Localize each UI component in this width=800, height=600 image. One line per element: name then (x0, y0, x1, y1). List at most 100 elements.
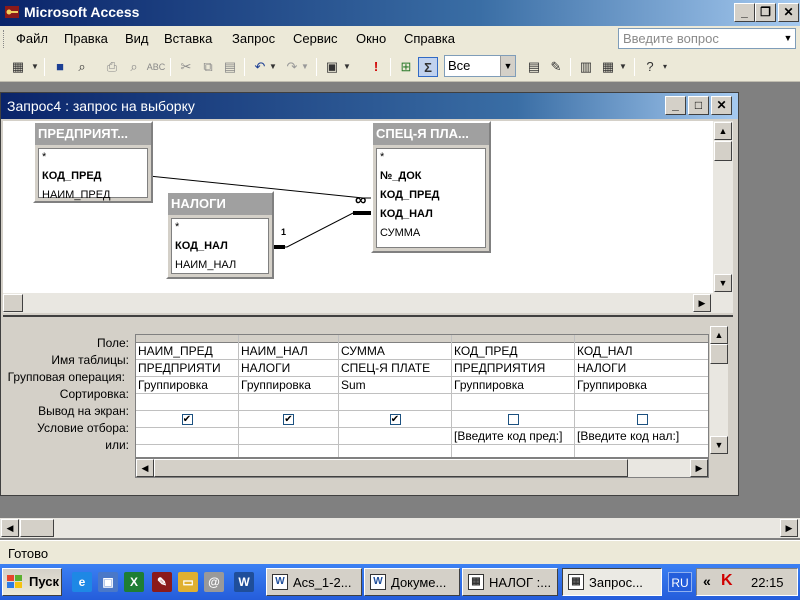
scroll-down-icon[interactable]: ▼ (714, 274, 732, 292)
task-acs[interactable]: W Acs_1-2... (266, 568, 362, 596)
cell-table[interactable]: СПЕЦ-Я ПЛАТЕ (339, 360, 451, 377)
field-kod-nal[interactable]: КОД_НАЛ (172, 238, 268, 257)
ask-question-input[interactable]: Введите вопрос ▼ (618, 28, 796, 49)
cell-field[interactable]: НАИМ_ПРЕД (136, 343, 238, 360)
field-kod-pred[interactable]: КОД_ПРЕД (39, 168, 147, 187)
field-summa[interactable]: СУММА (377, 225, 485, 244)
spelling-icon[interactable]: ABC (146, 57, 166, 77)
cell-total[interactable]: Группировка (575, 377, 708, 394)
table-pane[interactable]: 1 ∞ ПРЕДПРИЯТ... * КОД_ПРЕД НАИМ_ПРЕД НА… (3, 121, 713, 293)
language-indicator[interactable]: RU (668, 572, 692, 592)
scroll-thumb[interactable] (154, 459, 628, 477)
cell-criteria[interactable] (136, 428, 238, 445)
scroll-left-icon[interactable]: ◀ (1, 519, 19, 537)
table-nalogi[interactable]: НАЛОГИ * КОД_НАЛ НАИМ_НАЛ (166, 191, 274, 279)
cell-show[interactable]: ✔ (136, 411, 238, 428)
field-nom-dok[interactable]: №_ДОК (377, 168, 485, 187)
database-window-icon[interactable]: ▥ (576, 57, 596, 77)
cell-table[interactable]: ПРЕДПРИЯТИЯ (452, 360, 574, 377)
scroll-down-icon[interactable]: ▼ (710, 436, 728, 454)
cell-total[interactable]: Группировка (239, 377, 338, 394)
save-icon[interactable]: ■ (50, 57, 70, 77)
redo-dropdown-icon[interactable]: ▼ (300, 57, 310, 77)
menu-query[interactable]: Запрос (232, 31, 275, 46)
query-window-titlebar[interactable]: Запрос4 : запрос на выборку _ □ ✕ (1, 93, 738, 119)
new-object-icon[interactable]: ▦ (598, 57, 618, 77)
column-selector[interactable] (575, 335, 708, 343)
field-all[interactable]: * (172, 219, 268, 238)
show-checkbox[interactable]: ✔ (181, 414, 193, 425)
grid-column[interactable]: НАИМ_НАЛ НАЛОГИ Группировка ✔ (239, 335, 339, 457)
task-document[interactable]: W Докуме... (364, 568, 460, 596)
cell-criteria[interactable]: [Введите код нал:] (575, 428, 708, 445)
chevron-down-icon[interactable]: ▼ (500, 56, 515, 76)
field-kod-pred[interactable]: КОД_ПРЕД (377, 187, 485, 206)
view-dropdown-icon[interactable]: ▼ (30, 57, 40, 77)
minimize-button[interactable]: _ (734, 3, 755, 22)
grid-hscrollbar[interactable]: ◀ ▶ (135, 458, 709, 478)
menu-help[interactable]: Справка (404, 31, 455, 46)
field-all[interactable]: * (39, 149, 147, 168)
table-pane-hscrollbar[interactable]: ▶ (3, 293, 733, 313)
show-checkbox[interactable] (507, 414, 519, 425)
cell-field[interactable]: НАИМ_НАЛ (239, 343, 338, 360)
field-list[interactable]: * №_ДОК КОД_ПРЕД КОД_НАЛ СУММА (376, 148, 486, 248)
antivirus-icon[interactable]: K (721, 572, 733, 590)
scroll-thumb[interactable] (714, 141, 732, 161)
table-pane-vscrollbar[interactable]: ▲ ▼ (713, 121, 733, 293)
menu-tools[interactable]: Сервис (293, 31, 338, 46)
show-checkbox[interactable]: ✔ (389, 414, 401, 425)
scroll-right-icon[interactable]: ▶ (693, 294, 711, 312)
menu-window[interactable]: Окно (356, 31, 386, 46)
word-icon[interactable]: W (234, 572, 254, 592)
grid-vscrollbar[interactable]: ▲ ▼ (710, 326, 728, 454)
menu-edit[interactable]: Правка (64, 31, 108, 46)
totals-icon[interactable]: Σ (418, 57, 438, 77)
cell-show[interactable]: ✔ (339, 411, 451, 428)
cell-sort[interactable] (575, 394, 708, 411)
chevron-down-icon[interactable]: ▼ (781, 29, 795, 48)
close-button[interactable]: ✕ (778, 3, 799, 22)
cell-total[interactable]: Sum (339, 377, 451, 394)
grid-column[interactable]: СУММА СПЕЦ-Я ПЛАТЕ Sum ✔ (339, 335, 452, 457)
undo-icon[interactable]: ↶ (250, 57, 270, 77)
query-minimize-button[interactable]: _ (665, 96, 686, 115)
field-naim-pred[interactable]: НАИМ_ПРЕД (39, 187, 147, 206)
query-type-icon[interactable]: ▣ (322, 57, 342, 77)
field-list[interactable]: * КОД_ПРЕД НАИМ_ПРЕД (38, 148, 148, 201)
copy-icon[interactable]: ⧉ (198, 57, 218, 77)
cell-or[interactable] (239, 445, 338, 457)
task-nalog[interactable]: ▦ НАЛОГ :... (462, 568, 558, 596)
cell-total[interactable]: Группировка (136, 377, 238, 394)
scroll-thumb[interactable] (3, 294, 23, 312)
cell-table[interactable]: ПРЕДПРИЯТИ (136, 360, 238, 377)
scroll-left-icon[interactable]: ◀ (136, 459, 154, 477)
menu-insert[interactable]: Вставка (164, 31, 212, 46)
cell-show[interactable]: ✔ (239, 411, 338, 428)
grid-column[interactable]: КОД_ПРЕД ПРЕДПРИЯТИЯ Группировка [Введит… (452, 335, 575, 457)
field-all[interactable]: * (377, 149, 485, 168)
build-icon[interactable]: ✎ (546, 57, 566, 77)
table-title[interactable]: СПЕЦ-Я ПЛА... (373, 123, 489, 145)
workspace-hscrollbar[interactable]: ◀ ▶ (0, 518, 800, 538)
field-naim-nal[interactable]: НАИМ_НАЛ (172, 257, 268, 276)
access-icon[interactable]: ✎ (152, 572, 172, 592)
cell-field[interactable]: КОД_НАЛ (575, 343, 708, 360)
task-query[interactable]: ▦ Запрос... (562, 568, 662, 596)
tray-expand-icon[interactable]: « (703, 573, 711, 589)
folder-icon[interactable]: ▭ (178, 572, 198, 592)
column-selector[interactable] (452, 335, 574, 343)
start-button[interactable]: Пуск (2, 568, 62, 596)
query-maximize-button[interactable]: □ (688, 96, 709, 115)
cell-criteria[interactable]: [Введите код пред:] (452, 428, 574, 445)
top-values-combo[interactable]: Все ▼ (444, 55, 516, 77)
column-selector[interactable] (239, 335, 338, 343)
pane-splitter[interactable] (3, 315, 733, 320)
print-icon[interactable]: ⎙ (102, 57, 122, 77)
cell-field[interactable]: КОД_ПРЕД (452, 343, 574, 360)
scroll-right-icon[interactable]: ▶ (780, 519, 798, 537)
query-close-button[interactable]: ✕ (711, 96, 732, 115)
cell-or[interactable] (452, 445, 574, 457)
new-object-dropdown-icon[interactable]: ▼ (618, 57, 628, 77)
undo-dropdown-icon[interactable]: ▼ (268, 57, 278, 77)
